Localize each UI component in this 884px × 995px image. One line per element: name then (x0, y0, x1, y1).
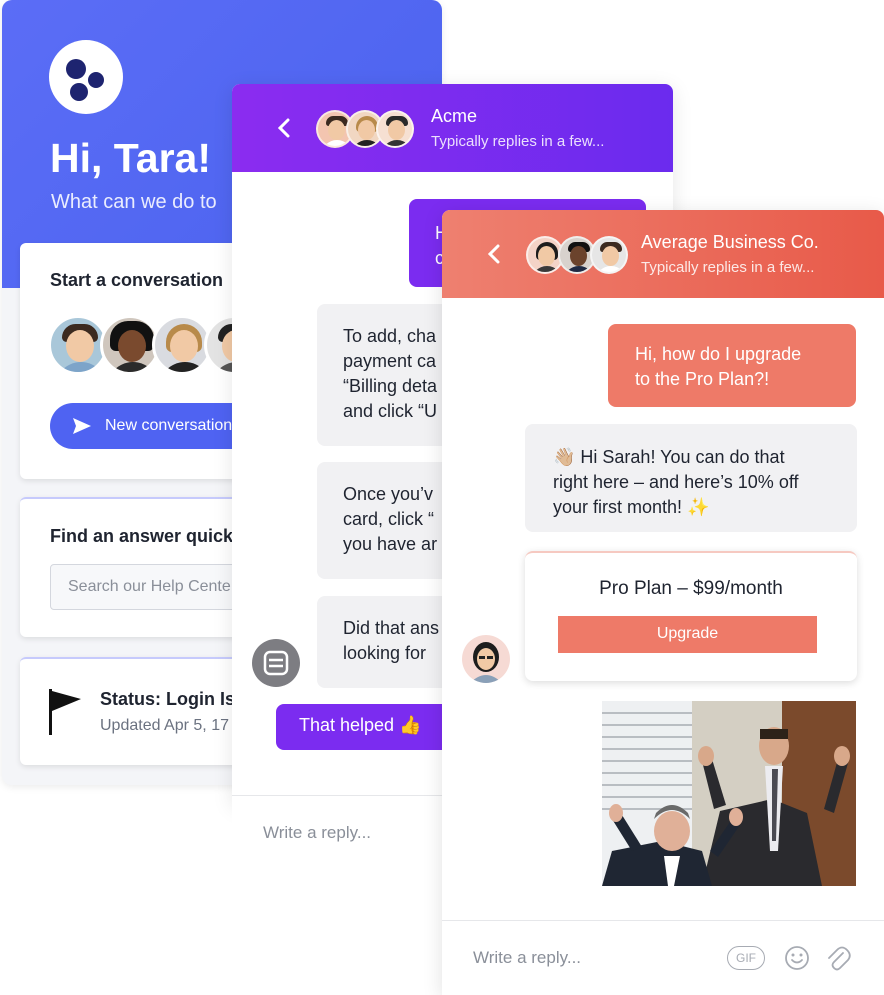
abc-response-time: Typically replies in a few... (641, 259, 815, 276)
acme-name: Acme (431, 106, 478, 126)
abc-name: Average Business Co. (641, 232, 819, 252)
avatar (152, 315, 212, 375)
abc-header: Average Business Co. Typically replies i… (442, 210, 884, 298)
message-bubble-admin: 👋🏼 Hi Sarah! You can do that right here … (525, 424, 857, 532)
avatar (48, 315, 108, 375)
upgrade-button[interactable]: Upgrade (558, 616, 817, 653)
composer-divider (442, 920, 884, 921)
pro-plan-card: Pro Plan – $99/month Upgrade (525, 551, 857, 681)
send-icon (73, 418, 91, 434)
home-subtitle: What can we do to (51, 191, 217, 213)
abc-reply-input[interactable]: Write a reply... (473, 948, 581, 968)
agent-avatar (462, 635, 510, 683)
status-updated: Updated Apr 5, 17 (100, 717, 229, 734)
back-chevron-icon[interactable] (487, 244, 501, 264)
status-title: Status: Login Is (100, 689, 235, 709)
app-logo (49, 40, 123, 114)
gif-image (602, 701, 856, 886)
flag-icon (49, 689, 81, 735)
avatar (376, 110, 414, 148)
messenger-showcase: Hi, Tara! What can we do to Start a conv… (0, 0, 884, 995)
avatar (590, 236, 628, 274)
bot-avatar-icon (252, 639, 300, 687)
pro-plan-title: Pro Plan – $99/month (599, 578, 783, 599)
emoji-icon[interactable] (784, 945, 810, 971)
gif-icon[interactable]: GIF (727, 946, 765, 970)
abc-conversation-panel: Average Business Co. Typically replies i… (442, 210, 884, 995)
start-conversation-title: Start a conversation (50, 270, 224, 290)
acme-response-time: Typically replies in a few... (431, 133, 605, 150)
message-bubble-user: Hi, how do I upgrade to the Pro Plan?! (608, 324, 856, 407)
home-greeting: Hi, Tara! (50, 135, 211, 181)
back-chevron-icon[interactable] (277, 118, 291, 138)
avatar (100, 315, 160, 375)
acme-composer: Write a reply... (232, 795, 442, 875)
new-conversation-label: New conversation (105, 417, 233, 434)
acme-header: Acme Typically replies in a few... (232, 84, 673, 172)
acme-reply-input[interactable]: Write a reply... (263, 823, 371, 843)
attachment-icon[interactable] (825, 945, 851, 973)
find-answer-title: Find an answer quick (50, 526, 234, 546)
